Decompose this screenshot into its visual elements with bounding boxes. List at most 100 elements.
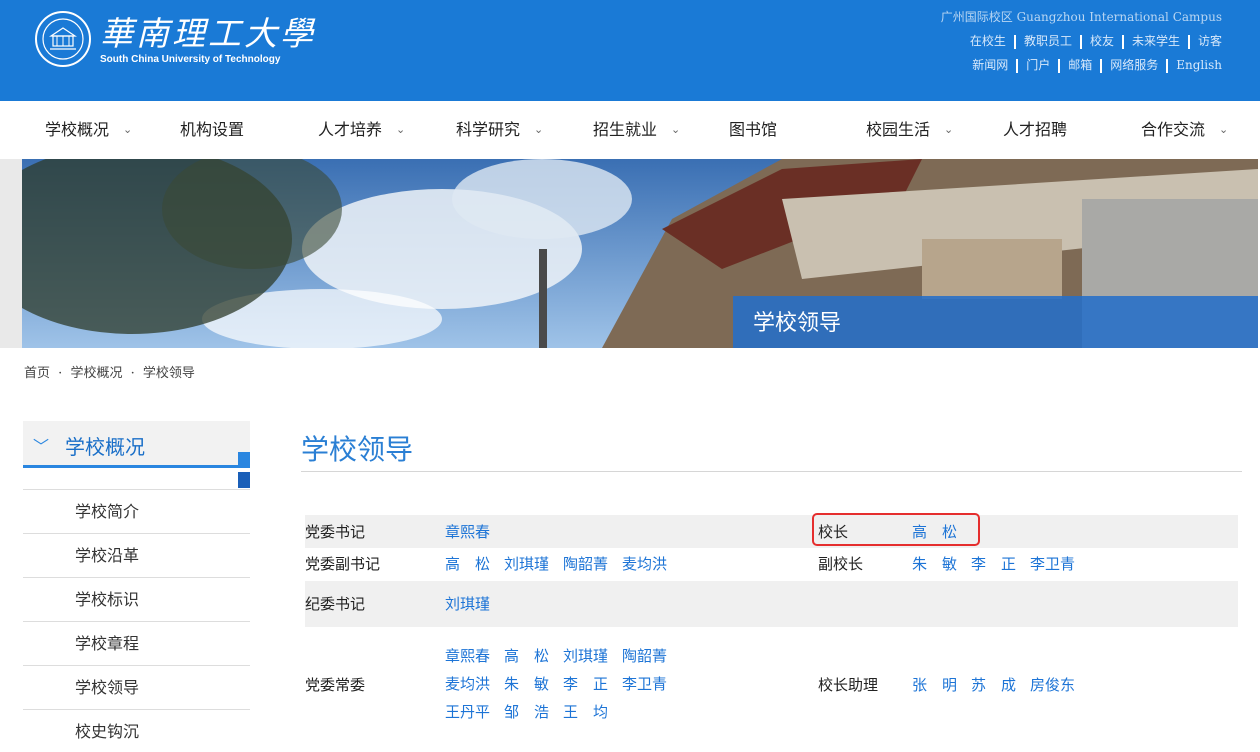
chevron-down-icon: ﹀ (33, 437, 50, 456)
sidebar-item-intro[interactable]: 学校简介 (23, 490, 250, 534)
leader-name-list: 章熙春高 松刘琪瑾 陶韶菁 (445, 645, 681, 666)
nav-label: 人才培养 (318, 120, 383, 139)
leader-name[interactable]: 刘琪瑾 (504, 555, 549, 573)
leader-name[interactable]: 章熙春 (445, 523, 490, 541)
nav-item-cooperation[interactable]: 合作交流 ⌄ (1141, 101, 1228, 159)
sidebar-item-leadership[interactable]: 学校领导 (23, 666, 250, 710)
leader-name[interactable]: 朱 敏 (912, 555, 957, 573)
leader-name[interactable]: 麦均洪 (622, 555, 667, 573)
nav-label: 学校概况 (45, 120, 110, 139)
sidebar: ﹀ 学校概况 学校简介 学校沿革 学校标识 学校章程 学校领导 校史钩沉 (23, 421, 250, 752)
leader-name-list: 麦均洪朱 敏李 正李卫青 (445, 673, 681, 694)
divider (1100, 58, 1103, 73)
chevron-down-icon: ⌄ (671, 123, 681, 136)
leader-row-deputy-secretary: 党委副书记 高 松刘琪瑾 陶韶菁 麦均洪 副校长 朱 敏李 正李卫青 (305, 548, 1238, 581)
row-label: 党委书记 (305, 523, 366, 541)
page-title: 学校领导 (301, 433, 414, 466)
university-seal-icon (35, 11, 91, 67)
leader-name-list: 朱 敏李 正李卫青 (912, 553, 1089, 574)
sidebar-accent-blocks (238, 452, 250, 492)
leader-name[interactable]: 刘琪瑾 (563, 647, 608, 665)
link-alumni[interactable]: 校友 (1090, 34, 1114, 48)
university-logo[interactable]: 華南理工大學 South China University of Technol… (34, 10, 316, 68)
nav-label: 人才招聘 (1003, 120, 1068, 139)
link-staff[interactable]: 教职员工 (1024, 34, 1072, 48)
leader-name[interactable]: 陶韶菁 (563, 555, 608, 573)
nav-label: 机构设置 (180, 120, 245, 139)
chevron-down-icon: ⌄ (944, 123, 954, 136)
nav-item-education[interactable]: 人才培养 ⌄ (318, 101, 405, 159)
leader-name[interactable]: 苏 成 (971, 676, 1016, 694)
sidebar-header[interactable]: ﹀ 学校概况 (23, 421, 250, 488)
banner-edge (0, 159, 22, 348)
nav-item-admissions[interactable]: 招生就业 ⌄ (593, 101, 680, 159)
nav-item-jobs[interactable]: 人才招聘 (1003, 101, 1067, 159)
nav-item-library[interactable]: 图书馆 (729, 101, 777, 159)
logo-chinese-name: 華南理工大學 (100, 13, 316, 53)
leader-name[interactable]: 房俊东 (1030, 676, 1075, 694)
leader-name[interactable]: 朱 敏 (504, 675, 549, 693)
row-label: 纪委书记 (305, 595, 366, 613)
breadcrumb-separator: · (130, 366, 135, 381)
nav-item-organization[interactable]: 机构设置 (180, 101, 244, 159)
leader-name[interactable]: 李卫青 (1030, 555, 1075, 573)
row-label: 党委副书记 (305, 555, 381, 573)
link-visitors[interactable]: 访客 (1198, 34, 1222, 48)
leader-name-list: 章熙春 (445, 521, 504, 542)
breadcrumb-home[interactable]: 首页 (24, 366, 50, 381)
link-network-services[interactable]: 网络服务 (1110, 58, 1158, 72)
row-label: 校长助理 (818, 676, 879, 694)
nav-label: 合作交流 (1141, 120, 1206, 139)
leader-name[interactable]: 陶韶菁 (622, 647, 667, 665)
sidebar-item-archives[interactable]: 校史钩沉 (23, 710, 250, 752)
leader-name[interactable]: 高 松 (445, 555, 490, 573)
sidebar-item-charter[interactable]: 学校章程 (23, 622, 250, 666)
nav-label: 招生就业 (593, 120, 658, 139)
chevron-down-icon: ⌄ (1219, 123, 1229, 136)
leader-name[interactable]: 李卫青 (622, 675, 667, 693)
leader-name[interactable]: 高 松 (504, 647, 549, 665)
nav-label: 校园生活 (866, 120, 931, 139)
leader-row-standing-committee: 党委常委 章熙春高 松刘琪瑾 陶韶菁 麦均洪朱 敏李 正李卫青 王丹平邹 浩王 均… (305, 627, 1238, 739)
divider (1058, 58, 1061, 73)
link-mail[interactable]: 邮箱 (1068, 58, 1092, 72)
link-portal[interactable]: 门户 (1026, 58, 1050, 72)
leader-name-list: 刘琪瑾 (445, 593, 504, 614)
sidebar-spacer (23, 468, 250, 490)
nav-item-overview[interactable]: 学校概况 ⌄ (45, 101, 132, 159)
link-news[interactable]: 新闻网 (972, 58, 1008, 72)
nav-item-research[interactable]: 科学研究 ⌄ (456, 101, 543, 159)
breadcrumb-current: 学校领导 (142, 366, 195, 381)
service-links: 新闻网 门户 邮箱 网络服务 English (941, 54, 1222, 76)
sidebar-item-history[interactable]: 学校沿革 (23, 534, 250, 578)
divider (1016, 58, 1019, 73)
leader-name[interactable]: 王丹平 (445, 703, 490, 721)
top-links: 广州国际校区 Guangzhou International Campus 在校… (941, 6, 1222, 78)
leader-row-discipline-secretary: 纪委书记 刘琪瑾 (305, 581, 1238, 627)
leader-name[interactable]: 张 明 (912, 676, 957, 694)
breadcrumb: 首页 · 学校概况 · 学校领导 (24, 362, 199, 381)
chevron-down-icon: ⌄ (534, 123, 544, 136)
leader-row-party-secretary: 党委书记 章熙春 校长 高 松 (305, 515, 1238, 548)
main-nav: 学校概况 ⌄ 机构设置 人才培养 ⌄ 科学研究 ⌄ 招生就业 ⌄ 图书馆 校园生活 ⌄ 人… (0, 101, 1260, 159)
link-future-students[interactable]: 未来学生 (1132, 34, 1180, 48)
leader-name-list: 高 松刘琪瑾 陶韶菁 麦均洪 (445, 553, 681, 574)
divider (1013, 34, 1016, 49)
link-english[interactable]: English (1176, 58, 1222, 72)
campus-label: 广州国际校区 Guangzhou International Campus (940, 10, 1222, 24)
leader-name[interactable]: 刘琪瑾 (445, 595, 490, 613)
leader-name[interactable]: 章熙春 (445, 647, 490, 665)
leader-name[interactable]: 邹 浩 (504, 703, 549, 721)
nav-item-campus-life[interactable]: 校园生活 ⌄ (866, 101, 953, 159)
banner-title: 学校领导 (733, 296, 1258, 348)
divider (1121, 34, 1124, 49)
link-students[interactable]: 在校生 (970, 34, 1006, 48)
nav-label: 科学研究 (456, 120, 521, 139)
sidebar-item-identity[interactable]: 学校标识 (23, 578, 250, 622)
audience-links: 在校生 教职员工 校友 未来学生 访客 (941, 30, 1222, 52)
leader-name[interactable]: 李 正 (971, 555, 1016, 573)
leader-name[interactable]: 李 正 (563, 675, 608, 693)
leader-name[interactable]: 王 均 (563, 703, 608, 721)
breadcrumb-overview[interactable]: 学校概况 (70, 366, 122, 381)
leader-name[interactable]: 麦均洪 (445, 675, 490, 693)
